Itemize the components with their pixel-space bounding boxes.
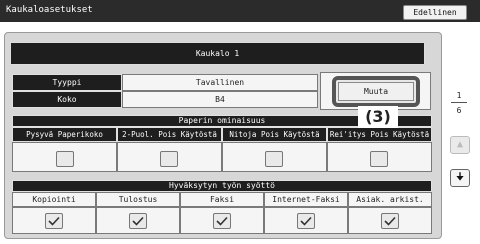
checkmark-icon xyxy=(384,216,396,226)
job-label-internet-fax: Internet-Faksi xyxy=(264,192,348,207)
title-bar: Kaukaloasetukset Edellinen xyxy=(0,0,480,22)
arrow-up-icon: ▲ xyxy=(456,139,464,150)
size-label: Koko xyxy=(12,91,122,108)
step-badge: (3) xyxy=(358,106,398,128)
checkmark-icon xyxy=(132,216,144,226)
paper-prop-label-punch: Rei'itys Pois Käytöstä xyxy=(327,127,432,142)
job-label-print: Tulostus xyxy=(96,192,180,207)
archive-checkbox[interactable] xyxy=(381,213,399,229)
page-divider xyxy=(451,102,467,103)
size-value: B4 xyxy=(122,91,318,108)
arrow-down-icon: 🠋 xyxy=(455,172,465,183)
fax-checkbox[interactable] xyxy=(213,213,231,229)
approved-jobs-header: Hyväksytyn työn syöttö xyxy=(12,180,432,192)
type-label: Tyyppi xyxy=(12,74,122,91)
change-button[interactable]: Muuta xyxy=(338,82,414,101)
back-button[interactable]: Edellinen xyxy=(403,5,467,20)
job-label-archive: Asiak. arkist. xyxy=(348,192,432,207)
paper-prop-label-fixed-size: Pysyvä Paperikoko xyxy=(12,127,117,142)
checkmark-icon xyxy=(216,216,228,226)
job-label-fax: Faksi xyxy=(180,192,264,207)
page-total: 6 xyxy=(456,106,462,115)
paper-prop-label-duplex: 2-Puol. Pois Käytöstä xyxy=(117,127,222,142)
internet-fax-checkbox[interactable] xyxy=(297,213,315,229)
checkmark-icon xyxy=(48,216,60,226)
copy-checkbox[interactable] xyxy=(45,213,63,229)
page-current: 1 xyxy=(456,91,462,100)
duplex-disable-checkbox[interactable] xyxy=(160,151,178,167)
print-checkbox[interactable] xyxy=(129,213,147,229)
type-value: Tavallinen xyxy=(122,74,318,91)
punch-disable-checkbox[interactable] xyxy=(370,151,388,167)
scroll-up-button[interactable]: ▲ xyxy=(450,136,470,154)
window-title: Kaukaloasetukset xyxy=(6,5,93,15)
staple-disable-checkbox[interactable] xyxy=(265,151,283,167)
fixed-size-checkbox[interactable] xyxy=(56,151,74,167)
paper-prop-label-staple: Nitoja Pois Käytöstä xyxy=(222,127,327,142)
checkmark-icon xyxy=(300,216,312,226)
scroll-down-button[interactable]: 🠋 xyxy=(450,169,470,187)
tray-header: Kaukalo 1 xyxy=(10,42,425,65)
job-label-copy: Kopiointi xyxy=(12,192,96,207)
